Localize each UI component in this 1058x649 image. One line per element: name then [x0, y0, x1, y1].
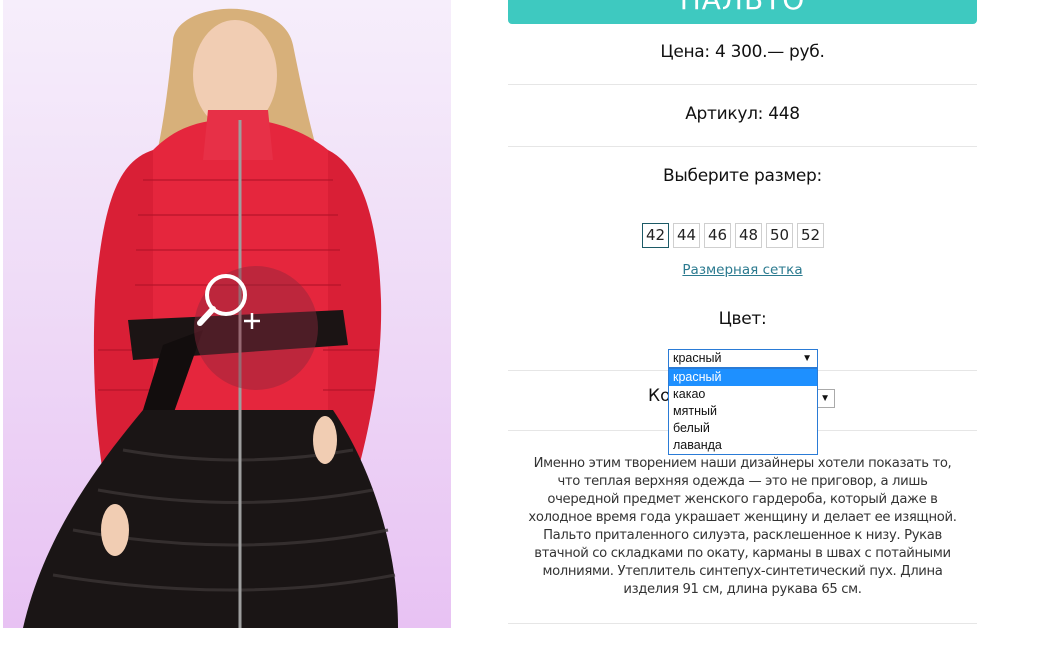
color-select-value: красный: [673, 351, 722, 365]
color-option-mint[interactable]: мятный: [669, 403, 817, 420]
size-option-52[interactable]: 52: [797, 223, 824, 248]
divider: [508, 84, 977, 85]
size-option-46[interactable]: 46: [704, 223, 731, 248]
color-option-cocoa[interactable]: какао: [669, 386, 817, 403]
triangle-down-icon: ▼: [802, 353, 812, 364]
zoom-button[interactable]: [194, 266, 318, 390]
color-dropdown-list: красный какао мятный белый лаванда: [668, 368, 818, 455]
product-description: Именно этим творением наши дизайнеры хот…: [528, 456, 957, 597]
color-option-white[interactable]: белый: [669, 420, 817, 437]
sku-text: Артикул: 448: [685, 104, 800, 124]
size-option-48[interactable]: 48: [735, 223, 762, 248]
size-option-42[interactable]: 42: [642, 223, 669, 248]
triangle-down-icon: ▼: [820, 393, 830, 404]
divider: [508, 623, 977, 624]
divider: [508, 146, 977, 147]
color-option-lavender[interactable]: лаванда: [669, 437, 817, 454]
color-select[interactable]: красный ▼: [668, 349, 818, 368]
size-options: 42 44 46 48 50 52: [642, 223, 824, 248]
size-option-50[interactable]: 50: [766, 223, 793, 248]
price-text: Цена: 4 300.— руб.: [660, 42, 825, 62]
color-heading: Цвет:: [718, 309, 767, 329]
product-title: ПАЛЬТО: [508, 0, 977, 24]
size-heading: Выберите размер:: [663, 166, 822, 186]
size-option-44[interactable]: 44: [673, 223, 700, 248]
color-option-red[interactable]: красный: [669, 369, 817, 386]
size-chart-link[interactable]: Размерная сетка: [508, 262, 977, 278]
product-photo[interactable]: [3, 0, 451, 628]
product-page: ПАЛЬТО Цена: 4 300.— руб. Артикул: 448 В…: [0, 0, 1058, 649]
